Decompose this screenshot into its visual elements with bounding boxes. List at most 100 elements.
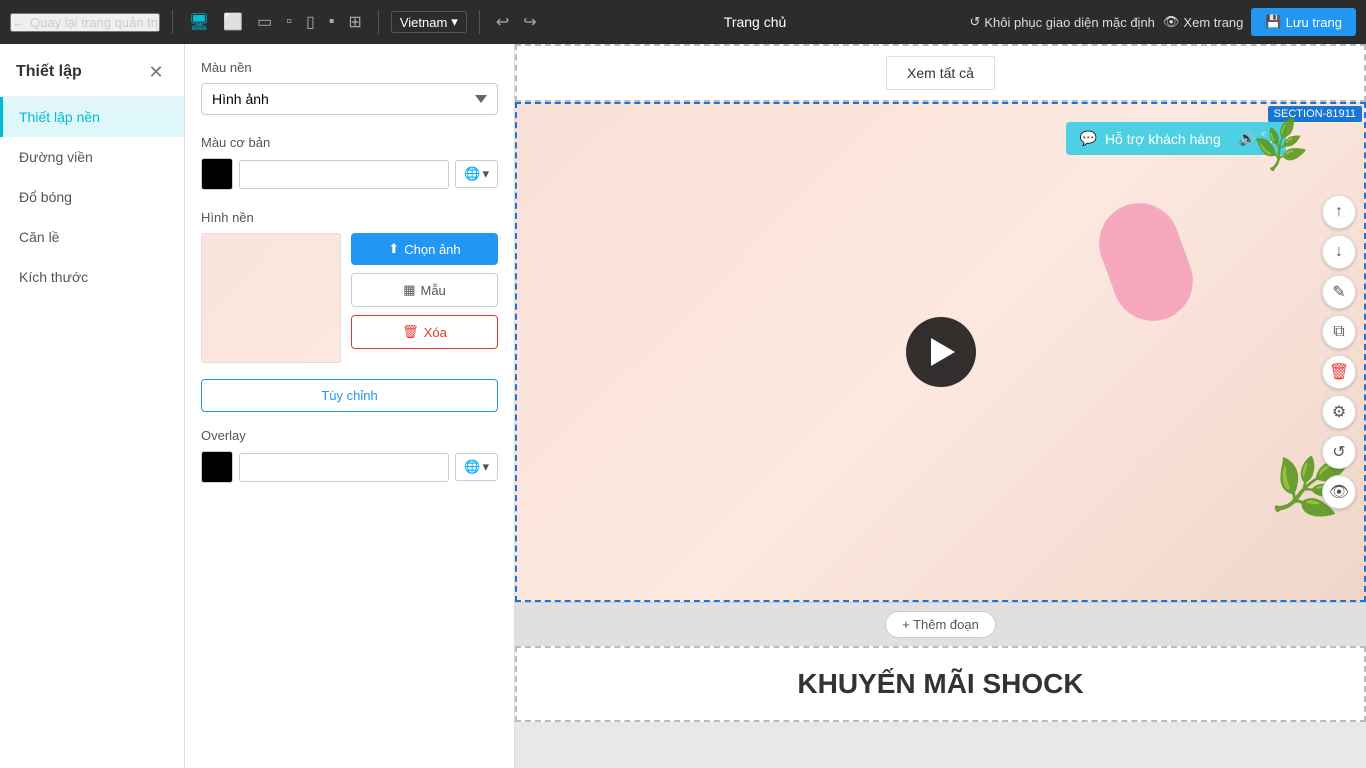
settings-close-button[interactable]: ✕ (144, 60, 168, 84)
nav-item-background[interactable]: Thiết lập nền (0, 97, 184, 137)
top-toolbar: ← Quay lại trang quản trị 🖥 ⬜ ▭ ▫ ▯ ▪ ⊞ … (0, 0, 1366, 44)
overlay-label: Overlay (201, 428, 498, 443)
nav-item-align-label: Căn lề (19, 229, 59, 245)
overlay-color-input[interactable] (239, 453, 449, 482)
image-buttons: ⬆ Chọn ảnh ▦ Mẫu 🗑 Xóa (351, 233, 498, 363)
overlay-section: Overlay 🌐 ▾ (201, 428, 498, 483)
visibility-button[interactable]: 👁 (1322, 475, 1356, 509)
move-down-button[interactable]: ↓ (1322, 235, 1356, 269)
base-color-input[interactable] (239, 160, 449, 189)
page-name: Trang chủ (549, 14, 962, 30)
move-up-button[interactable]: ↑ (1322, 195, 1356, 229)
redo-button[interactable]: ↪ (519, 8, 540, 36)
right-content: Màu nền Hình ảnh Màu sắc Gradient Không … (185, 44, 1366, 768)
base-color-globe-button[interactable]: 🌐 ▾ (455, 160, 498, 188)
copy-button[interactable]: ⧉ (1322, 315, 1356, 349)
nav-item-align[interactable]: Căn lề (0, 217, 184, 257)
promo-text: KHUYẾN MÃI SHOCK (537, 668, 1344, 700)
add-section-button[interactable]: + Thêm đoạn (885, 611, 996, 638)
view-label: Xem trang (1183, 15, 1243, 30)
globe-chevron: ▾ (482, 166, 489, 182)
main-layout: Thiết lập ✕ Thiết lập nền Đường viền Đổ … (0, 44, 1366, 768)
pencil-icon: ✎ (1332, 282, 1345, 302)
pink-shape (1088, 192, 1204, 332)
save-icon: 💾 (1265, 14, 1281, 30)
base-color-section: Màu cơ bản 🌐 ▾ (201, 135, 498, 190)
overlay-globe-chevron: ▾ (482, 459, 489, 475)
other-icon[interactable]: ⊞ (344, 8, 365, 36)
customize-label: Tùy chỉnh (321, 388, 377, 403)
restore-button[interactable]: ↺ Khôi phục giao diện mặc định (969, 14, 1154, 30)
mobile-small-icon[interactable]: ▪ (325, 9, 339, 35)
sample-icon: ▦ (403, 282, 415, 298)
back-icon: ← (12, 15, 25, 30)
undo-redo: ↩ ↪ (492, 8, 541, 36)
base-color-swatch[interactable] (201, 158, 233, 190)
edit-button[interactable]: ✎ (1322, 275, 1356, 309)
canvas-area: Xem tất cả SECTION-81911 💬 Hỗ trợ khách … (515, 44, 1366, 768)
nav-item-border[interactable]: Đường viền (0, 137, 184, 177)
base-color-row: 🌐 ▾ (201, 158, 498, 190)
delete-icon: 🗑 (1329, 362, 1349, 382)
tablet-small-icon[interactable]: ▫ (282, 9, 296, 35)
upload-icon: ⬆ (388, 241, 399, 257)
base-color-label: Màu cơ bản (201, 135, 498, 150)
desktop-icon[interactable]: 🖥 (185, 8, 213, 36)
eye-icon: 👁 (1163, 14, 1180, 30)
globe-icon: 🌐 (464, 166, 480, 182)
section-delete-button[interactable]: 🗑 (1322, 355, 1356, 389)
nav-item-border-label: Đường viền (19, 149, 93, 165)
nav-item-size[interactable]: Kích thước (0, 257, 184, 297)
image-row: ⬆ Chọn ảnh ▦ Mẫu 🗑 Xóa (201, 233, 498, 363)
mobile-icon[interactable]: ▯ (302, 8, 319, 36)
chat-icon: 💬 (1080, 130, 1097, 147)
bg-color-label: Màu nền (201, 60, 498, 75)
sample-button[interactable]: ▦ Mẫu (351, 273, 498, 307)
toolbar-divider-2 (378, 10, 379, 34)
tablet-landscape-icon[interactable]: ⬜ (219, 8, 247, 36)
play-triangle-icon (931, 338, 955, 366)
copy-icon: ⧉ (1333, 323, 1344, 341)
sample-label: Mẫu (421, 283, 446, 298)
restore-label: Khôi phục giao diện mặc định (984, 15, 1155, 30)
nav-item-background-label: Thiết lập nền (19, 109, 100, 125)
history-button[interactable]: ↺ (1322, 435, 1356, 469)
bg-image-section: Hình nền ⬆ Chọn ảnh ▦ Mẫu 🗑 (201, 210, 498, 363)
toolbar-divider-3 (479, 10, 480, 34)
settings-nav: Thiết lập nền Đường viền Đổ bóng Căn lề … (0, 97, 184, 768)
toolbar-right: ↺ Khôi phục giao diện mặc định 👁 Xem tra… (969, 8, 1356, 36)
viewport-selector[interactable]: Vietnam ▾ (391, 11, 467, 33)
choose-image-button[interactable]: ⬆ Chọn ảnh (351, 233, 498, 265)
overlay-globe-icon: 🌐 (464, 459, 480, 475)
settings-panel-title: Thiết lập ✕ (0, 44, 184, 97)
view-all-button[interactable]: Xem tất cả (886, 56, 995, 90)
restore-icon: ↺ (969, 14, 980, 30)
up-arrow-icon: ↑ (1335, 203, 1343, 221)
settings-panel: Thiết lập ✕ Thiết lập nền Đường viền Đổ … (0, 44, 185, 768)
device-icons: 🖥 ⬜ ▭ ▫ ▯ ▪ ⊞ (185, 8, 366, 36)
tablet-icon[interactable]: ▭ (253, 8, 276, 36)
image-preview (201, 233, 341, 363)
nav-item-shadow[interactable]: Đổ bóng (0, 177, 184, 217)
chat-label: Hỗ trợ khách hàng (1105, 131, 1221, 147)
nav-item-shadow-label: Đổ bóng (19, 189, 72, 205)
view-button[interactable]: 👁 Xem trang (1163, 14, 1244, 30)
customize-button[interactable]: Tùy chỉnh (201, 379, 498, 412)
viewport-chevron: ▾ (451, 14, 458, 30)
config-panel: Màu nền Hình ảnh Màu sắc Gradient Không … (185, 44, 515, 768)
play-button[interactable] (906, 317, 976, 387)
gear-icon: ⚙ (1332, 402, 1346, 422)
overlay-color-swatch[interactable] (201, 451, 233, 483)
settings-title-text: Thiết lập (16, 63, 82, 81)
eye-icon: 👁 (1329, 482, 1349, 502)
section-settings-button[interactable]: ⚙ (1322, 395, 1356, 429)
undo-button[interactable]: ↩ (492, 8, 513, 36)
viewport-label: Vietnam (400, 15, 447, 30)
back-button[interactable]: ← Quay lại trang quản trị (10, 13, 160, 32)
overlay-globe-button[interactable]: 🌐 ▾ (455, 453, 498, 481)
trash-icon: 🗑 (402, 324, 419, 340)
nav-item-size-label: Kích thước (19, 269, 88, 285)
bg-type-select[interactable]: Hình ảnh Màu sắc Gradient Không có (201, 83, 498, 115)
save-button[interactable]: 💾 Lưu trang (1251, 8, 1356, 36)
delete-button[interactable]: 🗑 Xóa (351, 315, 498, 349)
